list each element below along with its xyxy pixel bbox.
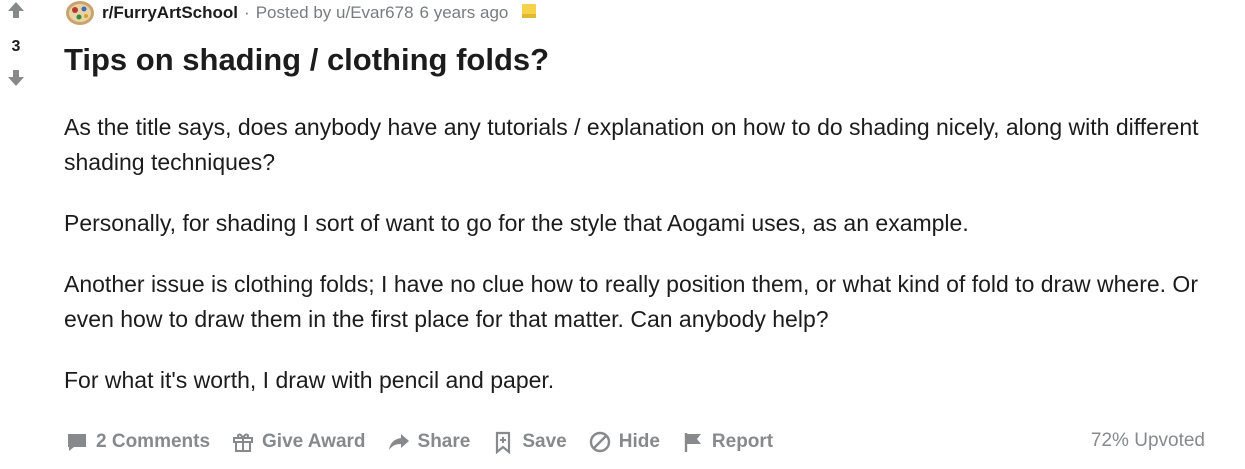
vote-score: 3: [11, 38, 21, 55]
post-paragraph: For what it's worth, I draw with pencil …: [64, 367, 555, 393]
give-award-label: Give Award: [262, 431, 366, 452]
post-paragraph: Another issue is clothing folds; I have …: [64, 271, 1198, 332]
report-label: Report: [711, 431, 774, 452]
post-time[interactable]: 6 years ago: [420, 3, 509, 23]
hide-button[interactable]: Hide: [587, 429, 660, 455]
post-paragraph: Personally, for shading I sort of want t…: [64, 210, 969, 236]
post-meta: r/FurryArtSchool · Posted by u/Evar678 6…: [64, 0, 538, 26]
share-button[interactable]: Share: [386, 429, 471, 455]
post-paragraph: As the title says, does anybody have any…: [64, 114, 1199, 175]
hide-icon: [587, 429, 613, 455]
subreddit-avatar-icon[interactable]: [64, 0, 96, 26]
post-title[interactable]: Tips on shading / clothing folds?: [64, 42, 549, 78]
vote-column: 3: [0, 0, 32, 100]
arrow-up-icon: [6, 0, 26, 25]
meta-separator: ·: [244, 3, 250, 22]
comments-label: 2 Comments: [96, 431, 211, 452]
award-icon: [520, 4, 538, 22]
hide-label: Hide: [618, 431, 660, 452]
gift-icon: [230, 429, 256, 455]
posted-by-user[interactable]: Posted by u/Evar678: [256, 3, 414, 23]
arrow-down-icon: [6, 68, 26, 93]
give-award-button[interactable]: Give Award: [230, 429, 366, 455]
share-label: Share: [417, 431, 471, 452]
comment-icon: [64, 429, 90, 455]
subreddit-link[interactable]: r/FurryArtSchool: [102, 3, 238, 23]
post-body: As the title says, does anybody have any…: [64, 110, 1224, 424]
share-icon: [386, 429, 412, 455]
save-button[interactable]: Save: [490, 429, 567, 455]
upvote-ratio: 72% Upvoted: [1090, 430, 1205, 451]
post-actions: 2 Comments Give Award Share Save Hide Re…: [64, 422, 793, 462]
downvote-button[interactable]: [6, 68, 26, 93]
upvote-button[interactable]: [6, 0, 26, 25]
bookmark-icon: [490, 429, 516, 455]
comments-button[interactable]: 2 Comments: [64, 429, 210, 455]
report-button[interactable]: Report: [680, 429, 773, 455]
save-label: Save: [522, 431, 567, 452]
flag-icon: [680, 429, 706, 455]
